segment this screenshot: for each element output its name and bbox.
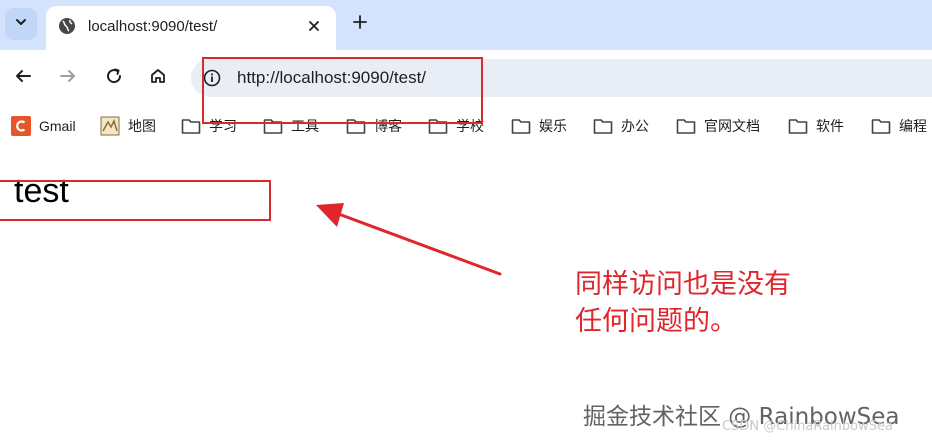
annotation-line-2: 任何问题的。 <box>575 306 737 337</box>
watermark-sub: CSDN @ChinaRainbowSea <box>722 419 893 434</box>
annotation-text: 同样访问也是没有 任何问题的。 <box>575 266 791 340</box>
annotation-line-1: 同样访问也是没有 <box>575 269 791 300</box>
annotation-arrow <box>316 203 502 276</box>
